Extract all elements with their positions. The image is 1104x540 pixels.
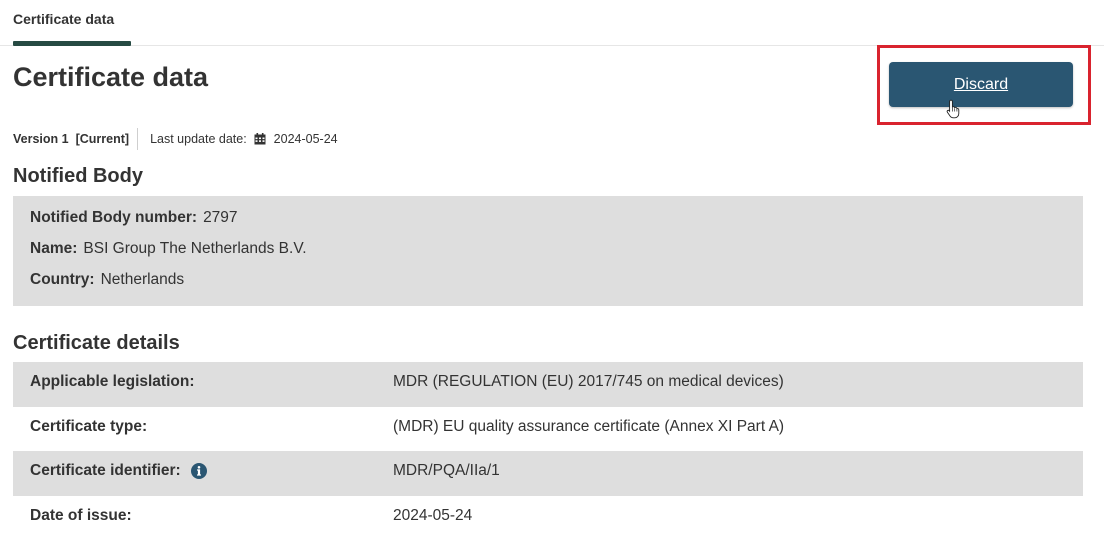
row-value: MDR/PQA/IIa/1 <box>393 451 500 491</box>
row-label: Date of issue: <box>30 496 132 536</box>
row-label-text: Applicable legislation: <box>30 362 195 402</box>
field-label: Notified Body number: <box>30 209 197 226</box>
table-row: Date of issue: 2024-05-24 <box>13 496 1083 540</box>
version-info: Version 1 [Current] Last update date: 20… <box>13 128 338 150</box>
divider <box>137 128 138 150</box>
version-status: [Current] <box>76 132 129 146</box>
table-row: Applicable legislation: MDR (REGULATION … <box>13 362 1083 407</box>
row-label-text: Date of issue: <box>30 496 132 536</box>
row-label-text: Certificate identifier: <box>30 451 181 491</box>
table-row: Certificate identifier: MDR/PQA/IIa/1 <box>13 451 1083 496</box>
notified-body-number: 2797 <box>203 209 237 226</box>
calendar-icon <box>254 133 266 145</box>
row-value: (MDR) EU quality assurance certificate (… <box>393 407 784 447</box>
notified-body-name-row: Name: BSI Group The Netherlands B.V. <box>30 240 307 258</box>
hand-cursor-icon <box>946 99 960 119</box>
tab-certificate-data[interactable]: Certificate data <box>13 0 114 46</box>
notified-body-country-row: Country: Netherlands <box>30 271 184 289</box>
row-label: Certificate identifier: <box>30 451 207 491</box>
row-label: Certificate type: <box>30 407 147 447</box>
notified-body-title: Notified Body <box>13 164 143 188</box>
tab-bar: Certificate data <box>0 0 1104 46</box>
notified-body-panel: Notified Body number: 2797 Name: BSI Group… <box>13 196 1083 306</box>
tab-label: Certificate data <box>13 0 114 27</box>
table-row: Certificate type: (MDR) EU quality assur… <box>13 407 1083 452</box>
notified-body-number-row: Notified Body number: 2797 <box>30 209 238 227</box>
certificate-details-table: Applicable legislation: MDR (REGULATION … <box>13 362 1083 540</box>
row-label-text: Certificate type: <box>30 407 147 447</box>
active-tab-indicator <box>13 41 131 46</box>
row-label: Applicable legislation: <box>30 362 195 402</box>
discard-button[interactable]: Discard <box>889 62 1073 107</box>
last-update-label: Last update date: <box>150 132 247 146</box>
page-title: Certificate data <box>13 60 208 94</box>
row-value: 2024-05-24 <box>393 496 472 536</box>
info-icon[interactable] <box>191 463 207 479</box>
notified-body-name: BSI Group The Netherlands B.V. <box>83 240 306 257</box>
field-label: Name: <box>30 240 77 257</box>
certificate-details-title: Certificate details <box>13 331 180 355</box>
last-update-date: 2024-05-24 <box>274 132 338 146</box>
notified-body-country: Netherlands <box>101 271 185 288</box>
field-label: Country: <box>30 271 95 288</box>
row-value: MDR (REGULATION (EU) 2017/745 on medical… <box>393 362 784 402</box>
version-label: Version 1 <box>13 132 69 146</box>
